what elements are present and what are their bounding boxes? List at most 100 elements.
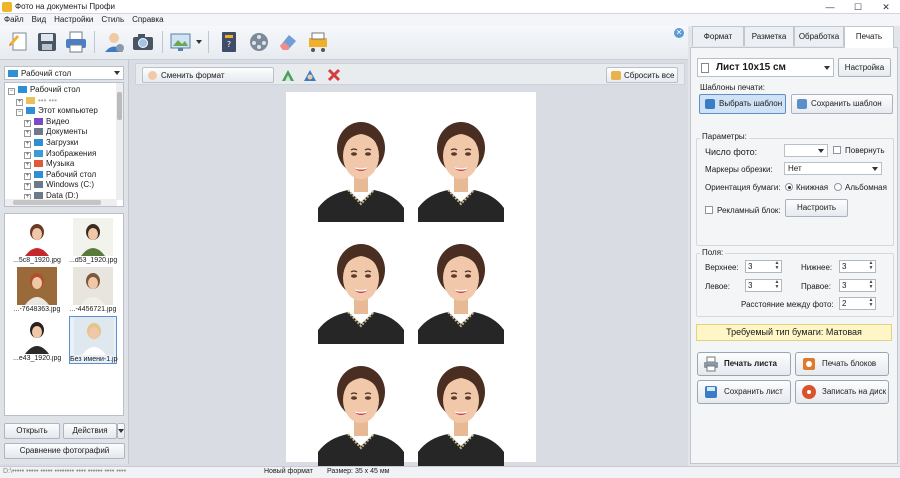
photo-count-dropdown[interactable] — [784, 144, 828, 157]
photo-thumbnail[interactable]: ...5c8_1920.jpg — [13, 218, 61, 266]
expander-icon[interactable]: − — [8, 88, 15, 95]
thumbnail-image — [73, 218, 113, 256]
photo-thumbnail[interactable]: ...d53_1920.jpg — [69, 218, 117, 266]
photo-spacing-input[interactable]: 2 ▲ ▼ — [839, 297, 876, 310]
thumbnail-image — [74, 317, 114, 355]
open-button[interactable]: Открыть — [4, 423, 60, 439]
passport-photo[interactable] — [418, 110, 504, 222]
bottom-margin-input[interactable]: 3 ▲ ▼ — [839, 260, 876, 273]
status-size: Размер: 35 x 45 мм — [327, 468, 390, 475]
tree-horizontal-scrollbar[interactable] — [5, 199, 117, 206]
film-reel-icon[interactable] — [246, 29, 272, 55]
close-window-button[interactable]: ✕ — [872, 1, 900, 13]
write-to-disk-button[interactable]: Записать на диск — [795, 380, 889, 404]
print-blocks-button[interactable]: Печать блоков — [795, 352, 889, 376]
tab-processing[interactable]: Обработка — [794, 26, 844, 46]
tab-format[interactable]: Формат — [692, 26, 744, 46]
folder-dropdown[interactable]: Рабочий стол — [4, 66, 124, 80]
expander-icon[interactable]: + — [24, 119, 31, 127]
save-template-icon — [797, 99, 807, 109]
expander-icon[interactable]: + — [24, 151, 31, 159]
menu-file[interactable]: Файл — [0, 14, 28, 26]
menu-view[interactable]: Вид — [28, 14, 50, 26]
orientation-landscape-radio[interactable] — [834, 183, 842, 191]
compare-photos-button[interactable]: Сравнение фотографий — [4, 443, 125, 459]
tree-node[interactable]: + Видео — [24, 117, 69, 127]
new-project-icon[interactable] — [6, 29, 32, 55]
folder-tree[interactable]: − Рабочий стол + ••• ••• − Этот компьютер + Вид… — [4, 82, 124, 207]
passport-photo[interactable] — [318, 110, 404, 222]
eraser-icon[interactable] — [275, 29, 301, 55]
tree-node[interactable]: + Windows (C:) — [24, 180, 95, 191]
minimize-button[interactable]: — — [816, 1, 844, 13]
camera-icon[interactable] — [130, 29, 156, 55]
menu-settings[interactable]: Настройки — [50, 14, 97, 26]
tab-print[interactable]: Печать — [844, 26, 894, 48]
sheet-setup-button[interactable]: Настройка — [838, 58, 891, 77]
tree-node[interactable]: − Этот компьютер — [16, 106, 98, 117]
choose-template-button[interactable]: Выбрать шаблон — [699, 94, 786, 114]
photo-count-label: Число фото: — [705, 147, 758, 157]
save-sheet-button[interactable]: Сохранить лист — [697, 380, 791, 404]
tree-vertical-scrollbar[interactable] — [116, 83, 123, 200]
left-margin-input[interactable]: 3 ▲ ▼ — [745, 279, 782, 292]
canvas-area — [135, 86, 685, 466]
photo-thumbnail[interactable]: ...-4456721.jpg — [69, 267, 117, 315]
sheet-size-dropdown[interactable]: Лист 10x15 см — [697, 58, 834, 77]
top-margin-input[interactable]: 3 ▲ ▼ — [745, 260, 782, 273]
expander-icon[interactable]: + — [24, 141, 31, 148]
passport-photo[interactable] — [418, 232, 504, 344]
image-monitor-icon[interactable] — [168, 29, 194, 55]
print-icon[interactable] — [63, 29, 89, 55]
printer-cart-icon[interactable] — [305, 29, 331, 55]
tree-node[interactable]: + Документы — [24, 127, 87, 138]
passport-photo[interactable] — [318, 232, 404, 344]
actions-dropdown-button[interactable] — [117, 423, 125, 439]
tree-node[interactable]: + Изображения — [24, 149, 96, 159]
crop-marks-dropdown[interactable]: Нет — [784, 162, 882, 175]
print-sheet-button[interactable]: Печать листа — [697, 352, 791, 376]
rotate-checkbox[interactable] — [833, 146, 841, 154]
passport-photo[interactable] — [418, 354, 504, 466]
maximize-button[interactable]: ☐ — [844, 1, 872, 13]
thumbnail-image — [17, 267, 57, 305]
passport-photo[interactable] — [318, 354, 404, 466]
delete-icon[interactable] — [326, 67, 342, 83]
right-margin-input[interactable]: 3 ▲ ▼ — [839, 279, 876, 292]
expander-icon[interactable]: + — [24, 162, 31, 170]
photo-thumbnail[interactable]: ...-7648363.jpg — [13, 267, 61, 315]
person-settings-icon[interactable] — [101, 29, 127, 55]
photo-thumbnail[interactable]: ...e43_1920.jpg — [13, 316, 61, 364]
actions-button[interactable]: Действия — [63, 423, 117, 439]
orientation-portrait-radio[interactable] — [785, 183, 793, 191]
photo-thumbnail[interactable]: Без имени-1.jpg — [69, 316, 118, 364]
expander-icon[interactable]: + — [24, 172, 31, 180]
tree-node[interactable]: + Загрузки — [24, 138, 78, 148]
drive-icon — [34, 192, 43, 199]
tree-node[interactable]: + Музыка — [24, 159, 74, 170]
expander-icon[interactable]: + — [24, 183, 31, 191]
expander-icon[interactable]: + — [24, 130, 31, 138]
expander-icon[interactable]: + — [16, 98, 23, 106]
tree-node[interactable]: + ••• ••• — [16, 96, 57, 106]
tab-layout[interactable]: Разметка — [744, 26, 794, 46]
close-panel-icon[interactable]: ✕ — [674, 28, 684, 38]
chevron-down-icon — [818, 149, 824, 153]
auto-align-face-icon[interactable] — [302, 67, 318, 83]
chevron-down-icon[interactable] — [196, 40, 202, 44]
book-icon[interactable]: ? — [216, 29, 242, 55]
expander-icon[interactable]: − — [16, 109, 23, 117]
save-icon[interactable] — [34, 29, 60, 55]
change-format-button[interactable]: Сменить формат фотографии — [142, 67, 274, 96]
tree-node[interactable]: + Рабочий стол — [24, 170, 96, 180]
save-template-button[interactable]: Сохранить шаблон — [791, 94, 893, 114]
tree-node[interactable]: − Рабочий стол — [8, 85, 80, 95]
menu-help[interactable]: Справка — [128, 14, 167, 26]
print-templates-label: Шаблоны печати: — [700, 83, 765, 92]
menu-style[interactable]: Стиль — [97, 14, 128, 26]
ad-block-checkbox[interactable] — [705, 206, 713, 214]
auto-align-icon[interactable] — [280, 67, 296, 83]
configure-ad-button[interactable]: Настроить — [785, 199, 848, 217]
reset-all-button[interactable]: Сбросить все — [606, 67, 678, 83]
tree-node-label: Windows (C:) — [46, 180, 95, 190]
